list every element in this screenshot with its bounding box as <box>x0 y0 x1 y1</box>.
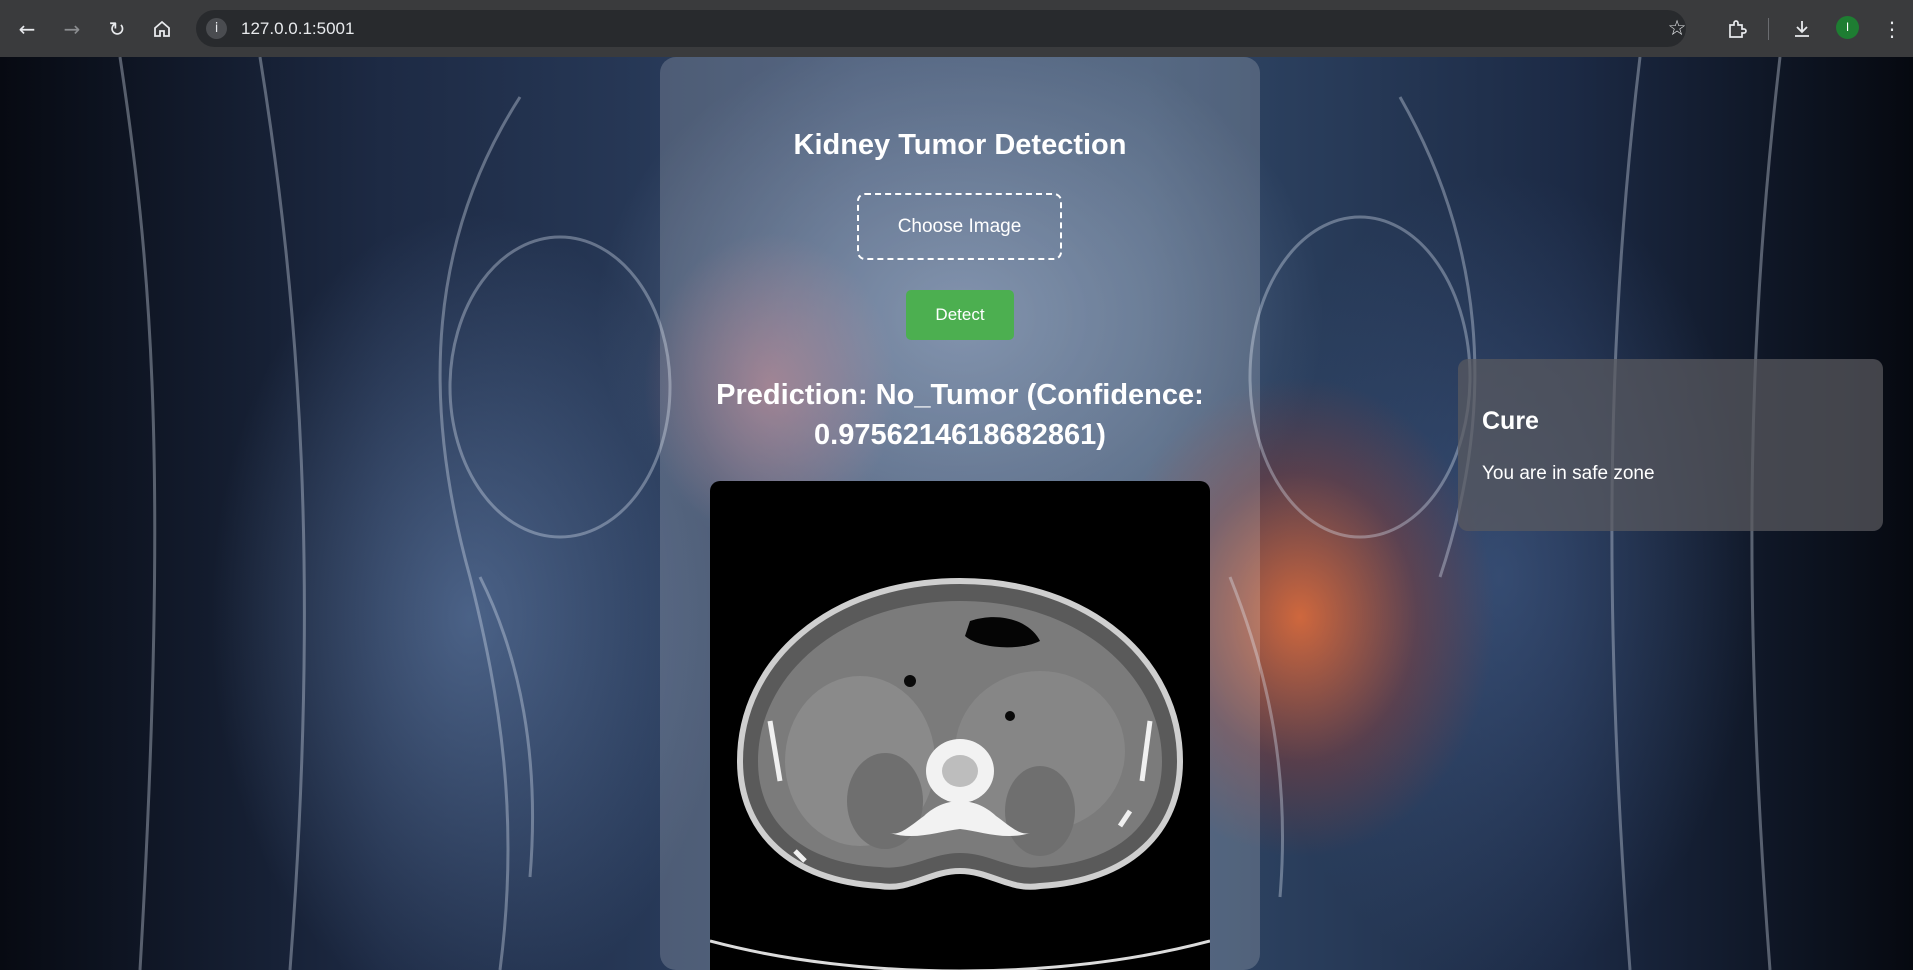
cure-title: Cure <box>1482 407 1539 435</box>
download-icon <box>1795 21 1809 37</box>
url-text[interactable]: 127.0.0.1:5001 <box>241 19 354 39</box>
detection-card: Kidney Tumor Detection Choose Image Dete… <box>660 57 1260 970</box>
detect-button[interactable]: Detect <box>906 290 1014 340</box>
arrow-left-icon: ← <box>18 17 36 41</box>
choose-image-button[interactable]: Choose Image <box>857 193 1062 260</box>
ct-scan-image <box>710 481 1210 970</box>
page-background: Kidney Tumor Detection Choose Image Dete… <box>0 57 1913 970</box>
star-icon[interactable]: ☆ <box>1662 16 1692 41</box>
extensions-button[interactable] <box>1722 14 1752 44</box>
cure-message: You are in safe zone <box>1482 463 1655 484</box>
back-button[interactable]: ← <box>12 14 42 44</box>
puzzle-icon <box>1729 20 1747 38</box>
arrow-right-icon: → <box>63 17 81 41</box>
prediction-result: Prediction: No_Tumor (Confidence: 0.9756… <box>716 379 1204 451</box>
forward-button[interactable]: → <box>57 14 87 44</box>
address-bar[interactable]: i 127.0.0.1:5001 ☆ <box>196 10 1686 47</box>
reload-button[interactable]: ↻ <box>102 14 132 44</box>
home-icon <box>154 20 170 37</box>
toolbar-divider <box>1768 18 1769 40</box>
kebab-menu-icon: ⋮ <box>1882 17 1902 41</box>
page-title: Kidney Tumor Detection <box>793 129 1127 161</box>
downloads-button[interactable] <box>1787 14 1817 44</box>
home-button[interactable] <box>147 14 177 44</box>
cure-card: Cure You are in safe zone <box>1458 359 1883 531</box>
ct-scan-graphic <box>710 577 1210 970</box>
info-icon[interactable]: i <box>206 18 227 39</box>
browser-toolbar: ← → ↻ i 127.0.0.1:5001 ☆ I ⋮ <box>0 0 1913 57</box>
reload-icon: ↻ <box>108 17 126 41</box>
profile-avatar[interactable]: I <box>1836 16 1859 39</box>
browser-menu-button[interactable]: ⋮ <box>1877 14 1907 44</box>
